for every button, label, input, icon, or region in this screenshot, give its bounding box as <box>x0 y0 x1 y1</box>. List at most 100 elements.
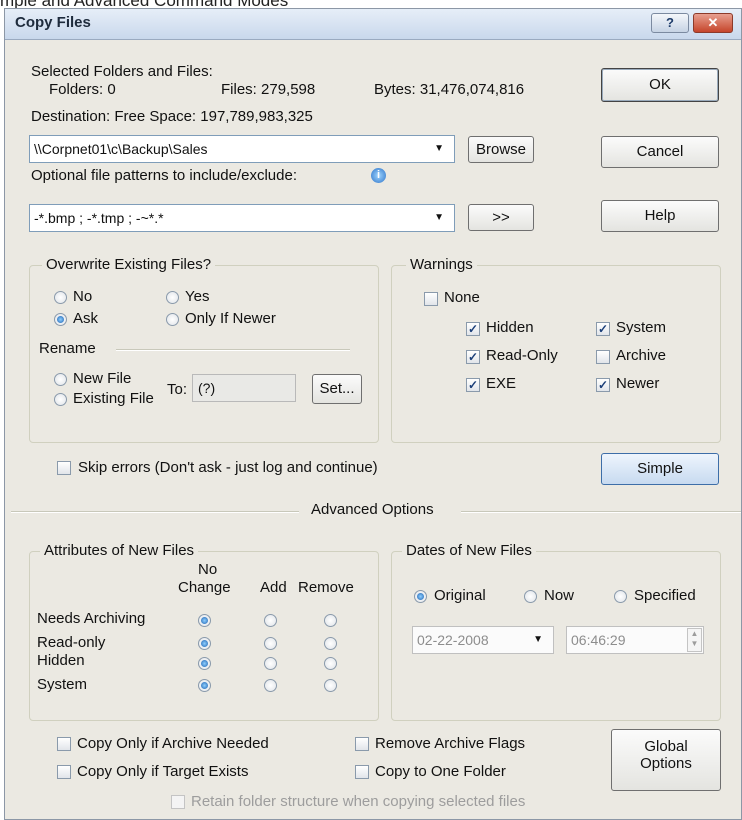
folders-count: Folders: 0 <box>49 81 116 98</box>
warn-exe-checkbox[interactable]: ✓ <box>466 378 480 392</box>
warn-none-label: None <box>444 289 480 306</box>
cancel-button[interactable]: Cancel <box>601 136 719 168</box>
existing-file-radio[interactable] <box>54 393 67 406</box>
warn-readonly-checkbox[interactable]: ✓ <box>466 350 480 364</box>
copy-target-exists-label: Copy Only if Target Exists <box>77 763 249 780</box>
simple-mode-button[interactable]: Simple <box>601 453 719 485</box>
chevron-down-icon[interactable]: ▼ <box>434 205 444 231</box>
warn-system-checkbox[interactable]: ✓ <box>596 322 610 336</box>
time-spinner-icon[interactable]: ▲ ▼ <box>687 628 702 652</box>
advanced-divider-right <box>461 511 741 513</box>
to-label: To: <box>167 381 188 398</box>
new-file-radio[interactable] <box>54 373 67 386</box>
warn-none-checkbox[interactable] <box>424 292 438 306</box>
hidden-remove-radio[interactable] <box>324 657 337 670</box>
global-options-line1: Global <box>644 738 688 755</box>
overwrite-ask-radio[interactable] <box>54 313 67 326</box>
date-picker[interactable]: 02-22-2008 ▼ <box>412 626 554 654</box>
archiving-nochange-radio[interactable] <box>198 614 211 627</box>
patterns-label: Optional file patterns to include/exclud… <box>31 167 297 184</box>
readonly-add-radio[interactable] <box>264 637 277 650</box>
col-no-label: No <box>198 561 218 578</box>
dialog-title: Copy Files <box>15 14 91 31</box>
warn-readonly-label: Read-Only <box>486 347 558 364</box>
close-button[interactable]: ✕ <box>693 13 733 33</box>
system-add-radio[interactable] <box>264 679 277 692</box>
col-add-label: Add <box>260 579 287 596</box>
attr-row-label: Hidden <box>37 652 85 669</box>
date-specified-label: Specified <box>634 587 696 604</box>
rename-to-field[interactable]: (?) <box>192 374 296 402</box>
copy-one-folder-label: Copy to One Folder <box>375 763 506 780</box>
advanced-options-heading: Advanced Options <box>311 501 434 518</box>
selection-heading: Selected Folders and Files: <box>31 63 213 80</box>
destination-value: \\Corpnet01\c\Backup\Sales <box>34 141 208 157</box>
hidden-nochange-radio[interactable] <box>198 657 211 670</box>
warn-archive-checkbox[interactable] <box>596 350 610 364</box>
system-nochange-radio[interactable] <box>198 679 211 692</box>
bytes-count: Bytes: 31,476,074,816 <box>374 81 525 98</box>
readonly-nochange-radio[interactable] <box>198 637 211 650</box>
warn-exe-label: EXE <box>486 375 517 392</box>
copy-archive-needed-checkbox[interactable] <box>57 737 71 751</box>
overwrite-title: Overwrite Existing Files? <box>42 256 216 273</box>
system-remove-radio[interactable] <box>324 679 337 692</box>
date-now-radio[interactable] <box>524 590 537 603</box>
patterns-combo[interactable]: -*.bmp ; -*.tmp ; -~*.* ▼ <box>29 204 455 232</box>
title-bar: Copy Files ? ✕ <box>5 9 741 40</box>
overwrite-yes-radio[interactable] <box>166 291 179 304</box>
date-original-radio[interactable] <box>414 590 427 603</box>
overwrite-group: Overwrite Existing Files? No Yes Ask Onl… <box>29 256 379 443</box>
ok-button[interactable]: OK <box>601 68 719 102</box>
chevron-down-icon[interactable]: ▼ <box>434 136 444 162</box>
attributes-group: Attributes of New Files No Change Add Re… <box>29 542 379 721</box>
rename-divider <box>116 349 350 351</box>
browse-button[interactable]: Browse <box>468 136 534 163</box>
attr-row-label: Needs Archiving <box>37 610 146 627</box>
warn-newer-label: Newer <box>616 375 660 392</box>
warnings-group: Warnings None ✓ Hidden ✓ System ✓ Read-O… <box>391 256 721 443</box>
destination-label: Destination: Free Space: 197,789,983,325 <box>31 108 313 125</box>
dates-title: Dates of New Files <box>402 542 536 559</box>
advanced-divider-left <box>11 511 299 513</box>
rename-label: Rename <box>39 340 96 357</box>
set-button[interactable]: Set... <box>312 374 362 404</box>
dates-group: Dates of New Files Original Now Specifie… <box>391 542 721 721</box>
copy-one-folder-checkbox[interactable] <box>355 765 369 779</box>
time-value: 06:46:29 <box>571 632 626 648</box>
col-remove-label: Remove <box>298 579 354 596</box>
skip-errors-checkbox[interactable] <box>57 461 71 475</box>
help-button[interactable]: Help <box>601 200 719 232</box>
chevron-down-icon[interactable]: ▼ <box>533 627 543 653</box>
time-picker[interactable]: 06:46:29 <box>566 626 704 654</box>
global-options-button[interactable]: Global Options <box>611 729 721 791</box>
hidden-add-radio[interactable] <box>264 657 277 670</box>
archiving-remove-radio[interactable] <box>324 614 337 627</box>
retain-structure-checkbox[interactable] <box>171 795 185 809</box>
date-original-label: Original <box>434 587 486 604</box>
skip-errors-label: Skip errors (Don't ask - just log and co… <box>78 459 378 476</box>
destination-combo[interactable]: \\Corpnet01\c\Backup\Sales ▼ <box>29 135 455 163</box>
readonly-remove-radio[interactable] <box>324 637 337 650</box>
archiving-add-radio[interactable] <box>264 614 277 627</box>
more-patterns-button[interactable]: >> <box>468 204 534 231</box>
warnings-title: Warnings <box>406 256 477 273</box>
date-value: 02-22-2008 <box>417 632 489 648</box>
remove-archive-flags-checkbox[interactable] <box>355 737 369 751</box>
info-icon[interactable]: i <box>371 168 386 183</box>
overwrite-no-label: No <box>73 288 93 305</box>
overwrite-no-radio[interactable] <box>54 291 67 304</box>
files-count: Files: 279,598 <box>221 81 316 98</box>
copy-files-dialog: Copy Files ? ✕ Selected Folders and File… <box>4 8 742 820</box>
copy-target-exists-checkbox[interactable] <box>57 765 71 779</box>
date-specified-radio[interactable] <box>614 590 627 603</box>
warn-newer-checkbox[interactable]: ✓ <box>596 378 610 392</box>
date-now-label: Now <box>544 587 575 604</box>
attr-row-label: System <box>37 676 88 693</box>
col-change-label: Change <box>178 579 231 596</box>
warn-hidden-checkbox[interactable]: ✓ <box>466 322 480 336</box>
existing-file-label: Existing File <box>73 390 154 407</box>
overwrite-newer-radio[interactable] <box>166 313 179 326</box>
help-title-button[interactable]: ? <box>651 13 689 33</box>
retain-structure-label: Retain folder structure when copying sel… <box>191 793 526 810</box>
